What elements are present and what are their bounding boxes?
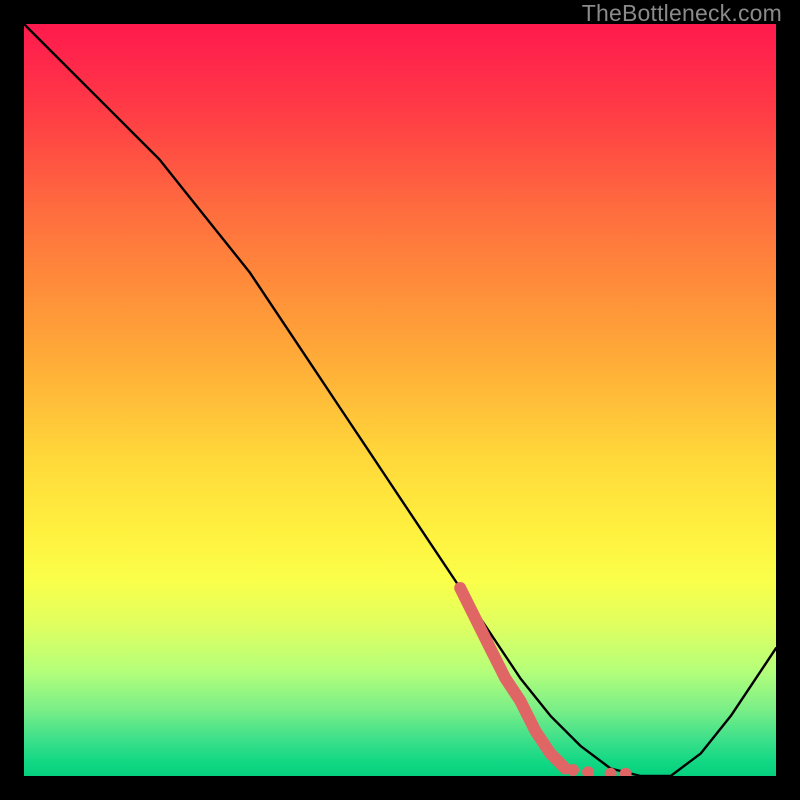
highlight-segment-path <box>460 588 565 769</box>
highlight-dot <box>620 768 632 776</box>
chart-frame: TheBottleneck.com <box>0 0 800 800</box>
chart-svg <box>24 24 776 776</box>
highlight-dots-group <box>567 764 632 776</box>
highlight-dot <box>567 764 579 776</box>
watermark-label: TheBottleneck.com <box>582 0 782 27</box>
highlight-dot <box>582 766 594 776</box>
chart-plot-area <box>24 24 776 776</box>
bottleneck-curve-path <box>24 24 776 776</box>
